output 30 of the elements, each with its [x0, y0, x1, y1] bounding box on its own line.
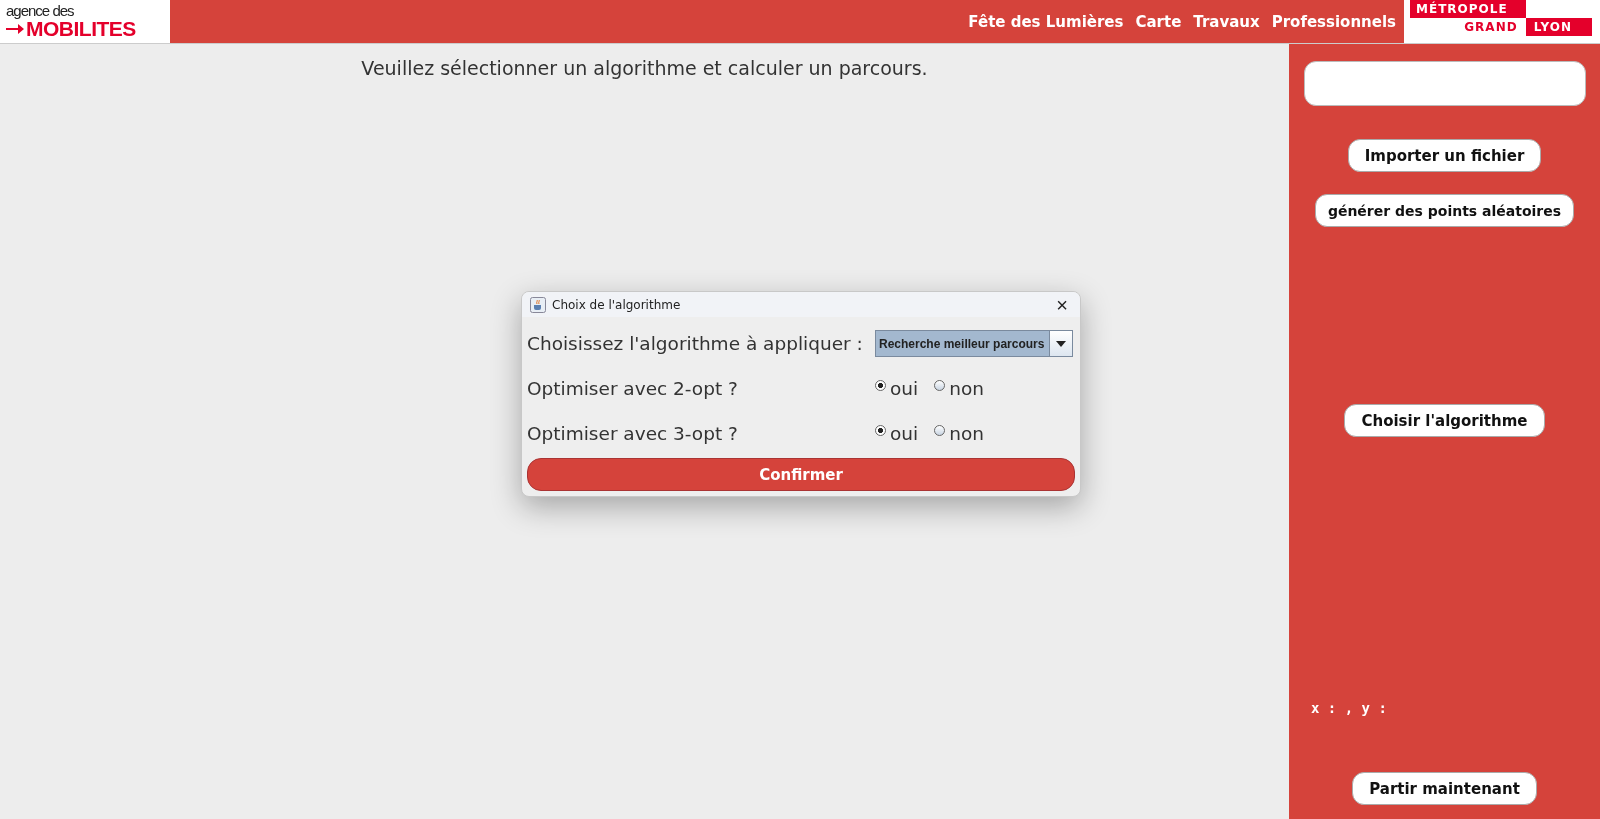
logo-text: LYON [1525, 18, 1592, 36]
nav-link[interactable]: Carte [1135, 12, 1182, 31]
generate-button[interactable]: générer des points aléatoires [1314, 194, 1575, 227]
confirm-button[interactable]: Confirmer [527, 458, 1075, 491]
logo-text: agence des [6, 3, 75, 18]
choose-algorithm-button[interactable]: Choisir l'algorithme [1344, 404, 1545, 437]
nav-link[interactable]: Fête des Lumières [968, 12, 1124, 31]
coordinates-text: x : , y : [1311, 700, 1387, 716]
radio-option[interactable]: oui [875, 378, 919, 399]
start-button[interactable]: Partir maintenant [1352, 772, 1537, 805]
dialog-title: Choix de l'algorithme [552, 297, 682, 312]
radio-option[interactable]: oui [875, 423, 919, 444]
input-field[interactable] [1303, 61, 1586, 106]
import-button[interactable]: Importer un fichier [1347, 139, 1542, 172]
nav-link[interactable]: Professionnels [1271, 12, 1396, 31]
arrow-icon [6, 23, 24, 34]
radio-option[interactable]: non [934, 423, 984, 444]
radio-option[interactable]: non [934, 378, 984, 399]
cup-icon [530, 296, 546, 313]
close-button[interactable]: × [1052, 294, 1072, 315]
nav-link[interactable]: Travaux [1193, 12, 1260, 31]
status-message: Veuillez sélectionner un algorithme et calculer un parcours. [361, 57, 928, 81]
option-label: Optimiser avec 2-opt ? [527, 378, 739, 399]
option-label: Optimiser avec 3-opt ? [527, 423, 739, 444]
algorithm-label: Choisissez l'algorithme à appliquer : [527, 333, 864, 354]
logo-text: MÉTROPOLE [1410, 0, 1526, 18]
logo-text: MOBILITES [26, 17, 136, 40]
algorithm-dropdown[interactable]: Recherche meilleur parcours [875, 330, 1073, 357]
logo-text: GRAND [1463, 19, 1519, 36]
caret-icon [1056, 340, 1066, 347]
